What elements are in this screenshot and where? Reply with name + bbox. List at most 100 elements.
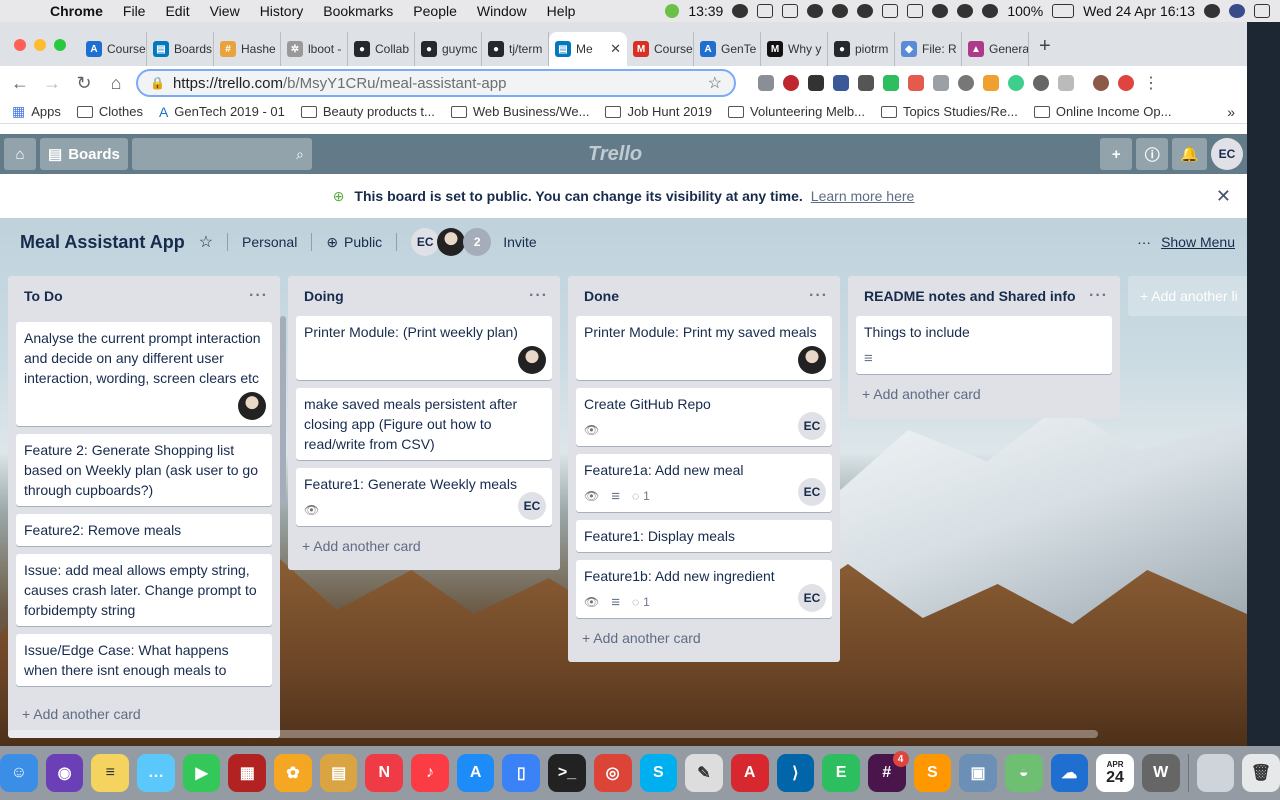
- calendar-status-icon[interactable]: [882, 4, 899, 18]
- bookmark-folder[interactable]: Clothes: [76, 104, 143, 119]
- menu-view[interactable]: View: [200, 3, 250, 19]
- bookmark-folder[interactable]: Online Income Op...: [1033, 104, 1171, 119]
- boards-button[interactable]: ▤ Boards: [40, 138, 128, 170]
- k-extension-icon[interactable]: [1008, 75, 1024, 91]
- list-scrollbar[interactable]: [280, 316, 286, 506]
- chrome-icon[interactable]: ◎: [593, 754, 632, 792]
- menu-app-chrome[interactable]: Chrome: [40, 3, 113, 19]
- list-scroll-area[interactable]: Analyse the current prompt interaction a…: [16, 316, 272, 694]
- privacy-extension-icon[interactable]: [808, 75, 824, 91]
- font-extension-icon[interactable]: [1058, 75, 1074, 91]
- close-icon[interactable]: ✕: [1216, 186, 1231, 207]
- trello-search-input[interactable]: ⌕: [131, 138, 312, 170]
- list-title[interactable]: README notes and Shared info: [864, 288, 1076, 304]
- list-title[interactable]: Done: [584, 288, 619, 304]
- home-button[interactable]: ⌂: [104, 73, 128, 94]
- learn-more-link[interactable]: Learn more here: [811, 188, 915, 204]
- browser-tab[interactable]: ✲ lboot -: [281, 32, 348, 66]
- list-title[interactable]: To Do: [24, 288, 63, 304]
- minimize-window-button[interactable]: [34, 39, 46, 51]
- card[interactable]: Printer Module: Print my saved meals: [576, 316, 832, 380]
- board-horizontal-scrollbar[interactable]: [8, 730, 1098, 738]
- card-member-avatar[interactable]: [798, 346, 826, 374]
- extension-puzzle-icon[interactable]: [758, 75, 774, 91]
- visibility-button[interactable]: ⊕ Public: [326, 234, 382, 251]
- reload-button[interactable]: ↻: [72, 73, 96, 94]
- team-button[interactable]: Personal: [242, 234, 297, 250]
- music-icon[interactable]: ♪: [411, 754, 449, 792]
- skype-status-icon[interactable]: [857, 4, 874, 18]
- pdf-extension-icon[interactable]: [908, 75, 924, 91]
- tab-active[interactable]: ▤ Me ✕: [549, 32, 627, 66]
- card-member-avatar[interactable]: EC: [798, 412, 826, 440]
- vscode-icon[interactable]: ⟩: [776, 754, 815, 792]
- card[interactable]: Things to include ≡: [856, 316, 1112, 374]
- bookmark-folder[interactable]: Beauty products t...: [300, 104, 435, 119]
- add-card-button[interactable]: + Add another card: [576, 622, 832, 654]
- time-machine-icon[interactable]: [932, 4, 949, 18]
- menu-bookmarks[interactable]: Bookmarks: [313, 3, 403, 19]
- close-window-button[interactable]: [14, 39, 26, 51]
- airplay-icon[interactable]: [907, 4, 924, 18]
- spotlight-search-icon[interactable]: [1204, 4, 1220, 18]
- more-bookmarks-button[interactable]: »: [1227, 104, 1235, 120]
- list-title[interactable]: Doing: [304, 288, 344, 304]
- browser-tab[interactable]: M Course: [627, 32, 694, 66]
- battery-percentage[interactable]: 100%: [1007, 3, 1043, 19]
- menu-window[interactable]: Window: [467, 3, 537, 19]
- vpn-icon[interactable]: ◒: [1004, 754, 1043, 792]
- finder-icon[interactable]: ☺: [0, 754, 38, 792]
- bookmark-folder[interactable]: Job Hunt 2019: [605, 104, 712, 119]
- timer-icon[interactable]: [665, 4, 680, 18]
- close-tab-icon[interactable]: ✕: [610, 41, 621, 57]
- browser-tab[interactable]: ▤ Boards: [147, 32, 214, 66]
- bookmark-folder[interactable]: Web Business/We...: [450, 104, 589, 119]
- card[interactable]: Feature1a: Add new meal 👁 ≡ ◌ 1 EC: [576, 454, 832, 512]
- browser-tab[interactable]: ● tj/term: [482, 32, 549, 66]
- terminal-icon[interactable]: >_: [548, 754, 586, 792]
- update-chrome-icon[interactable]: [1118, 75, 1134, 91]
- textedit-icon[interactable]: ✎: [685, 754, 723, 792]
- card-member-avatar[interactable]: EC: [518, 492, 546, 520]
- card[interactable]: Feature1: Display meals: [576, 520, 832, 552]
- info-button[interactable]: ⓘ: [1136, 138, 1169, 170]
- browser-tab[interactable]: M Why y: [761, 32, 828, 66]
- facetime-icon[interactable]: ▶: [182, 754, 221, 792]
- bluetooth-icon[interactable]: [957, 4, 974, 18]
- cloud-upload-icon[interactable]: [732, 4, 749, 18]
- slack-icon[interactable]: #4: [867, 751, 909, 792]
- zoom-window-button[interactable]: [54, 39, 66, 51]
- browser-tab[interactable]: ▲ Genera: [962, 32, 1029, 66]
- url-text[interactable]: https://trello.com/b/MsyY1CRu/meal-assis…: [173, 75, 506, 92]
- photo-booth-icon[interactable]: ▦: [228, 754, 267, 792]
- new-tab-button[interactable]: +: [1039, 35, 1051, 58]
- bookmark-folder[interactable]: Topics Studies/Re...: [880, 104, 1018, 119]
- bookmark-folder[interactable]: Volunteering Melb...: [728, 104, 865, 119]
- clipboard-status-icon[interactable]: [782, 4, 799, 18]
- profile-avatar[interactable]: [1093, 75, 1109, 91]
- skype-icon[interactable]: S: [639, 754, 678, 792]
- browser-tab[interactable]: A GenTe: [694, 32, 761, 66]
- image-viewer-icon[interactable]: ▣: [959, 754, 997, 792]
- browser-tab[interactable]: ◆ File: R: [895, 32, 962, 66]
- browser-tab[interactable]: A Course: [80, 32, 147, 66]
- preview-icon[interactable]: ▤: [319, 754, 358, 792]
- card-member-avatar[interactable]: EC: [798, 584, 826, 612]
- list-menu-icon[interactable]: ···: [809, 287, 828, 305]
- battery-icon[interactable]: [1052, 4, 1075, 18]
- timer-readout[interactable]: 13:39: [688, 3, 723, 19]
- address-bar[interactable]: 🔒 https://trello.com/b/MsyY1CRu/meal-ass…: [136, 69, 736, 97]
- menu-history[interactable]: History: [250, 3, 314, 19]
- notes-icon[interactable]: ≡: [91, 754, 130, 792]
- bookmark-apps[interactable]: ▦ Apps: [12, 103, 61, 120]
- invite-button[interactable]: Invite: [503, 234, 536, 250]
- evernote-status-icon[interactable]: [832, 4, 849, 18]
- browser-tab[interactable]: ● guymc: [415, 32, 482, 66]
- card[interactable]: Feature1b: Add new ingredient 👁 ≡ ◌ 1 EC: [576, 560, 832, 618]
- card[interactable]: Feature1: Generate Weekly meals 👁 EC: [296, 468, 552, 526]
- clock-datetime[interactable]: Wed 24 Apr 16:13: [1083, 3, 1195, 19]
- card[interactable]: make saved meals persistent after closin…: [296, 388, 552, 460]
- news-icon[interactable]: N: [365, 754, 404, 792]
- card[interactable]: Analyse the current prompt interaction a…: [16, 322, 272, 426]
- bookmark-link[interactable]: A GenTech 2019 - 01: [159, 104, 285, 120]
